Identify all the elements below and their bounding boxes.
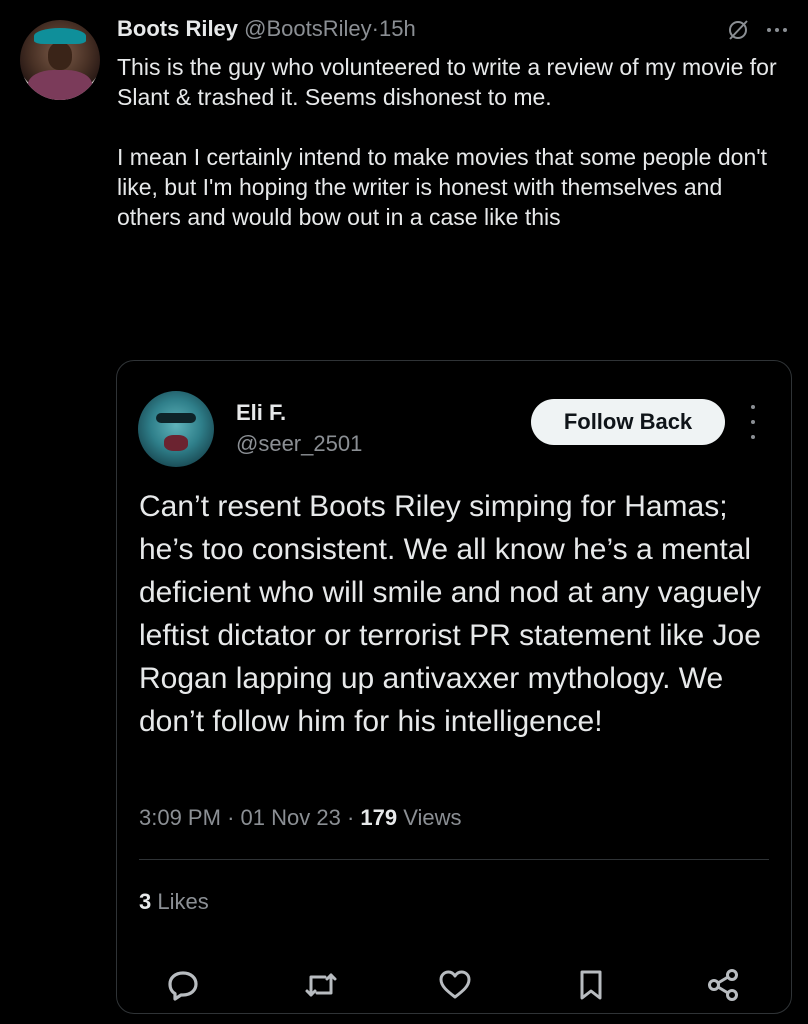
likes-label: Likes bbox=[157, 889, 209, 914]
author-handle[interactable]: @BootsRiley bbox=[244, 16, 372, 41]
follow-back-button[interactable]: Follow Back bbox=[531, 399, 725, 445]
separator-dot: · bbox=[346, 805, 355, 830]
views-count: 179 bbox=[360, 805, 398, 830]
share-icon[interactable] bbox=[705, 967, 741, 1003]
quote-author-name[interactable]: Eli F. bbox=[236, 400, 286, 426]
likes-summary[interactable]: 3 Likes bbox=[139, 889, 209, 915]
views-label: Views bbox=[403, 805, 462, 830]
tweet-time[interactable]: 15h bbox=[379, 16, 416, 41]
tweet-header: Boots Riley @BootsRiley·15h bbox=[117, 16, 416, 42]
quote-text: Can’t resent Boots Riley simping for Ham… bbox=[139, 490, 762, 738]
tweet-paragraph: I mean I certainly intend to make movies… bbox=[117, 144, 768, 230]
tweet-text: This is the guy who volunteered to write… bbox=[117, 52, 777, 232]
quote-more-icon[interactable] bbox=[745, 405, 761, 439]
reply-icon[interactable] bbox=[165, 967, 201, 1003]
author-name[interactable]: Boots Riley bbox=[117, 16, 238, 41]
quote-time[interactable]: 3:09 PM bbox=[139, 805, 221, 830]
likes-count: 3 bbox=[139, 889, 152, 914]
quote-date[interactable]: 01 Nov 23 bbox=[241, 805, 341, 830]
repost-icon[interactable] bbox=[303, 967, 339, 1003]
more-icon[interactable] bbox=[764, 18, 790, 48]
grok-icon[interactable] bbox=[726, 18, 750, 48]
separator-dot: · bbox=[227, 805, 235, 830]
bookmark-icon[interactable] bbox=[573, 967, 609, 1003]
tweet-top-icons bbox=[726, 18, 790, 48]
tweet-paragraph: This is the guy who volunteered to write… bbox=[117, 54, 777, 110]
divider bbox=[139, 859, 769, 860]
separator-dot: · bbox=[371, 16, 379, 41]
like-icon[interactable] bbox=[437, 967, 473, 1003]
quote-meta: 3:09 PM · 01 Nov 23 · 179 Views bbox=[139, 805, 462, 831]
quote-author-handle[interactable]: @seer_2501 bbox=[236, 431, 362, 457]
quote-avatar[interactable] bbox=[138, 391, 214, 467]
quoted-tweet[interactable]: Eli F. @seer_2501 Follow Back Can’t rese… bbox=[116, 360, 792, 1014]
action-bar bbox=[117, 961, 791, 1011]
avatar[interactable] bbox=[20, 20, 100, 100]
